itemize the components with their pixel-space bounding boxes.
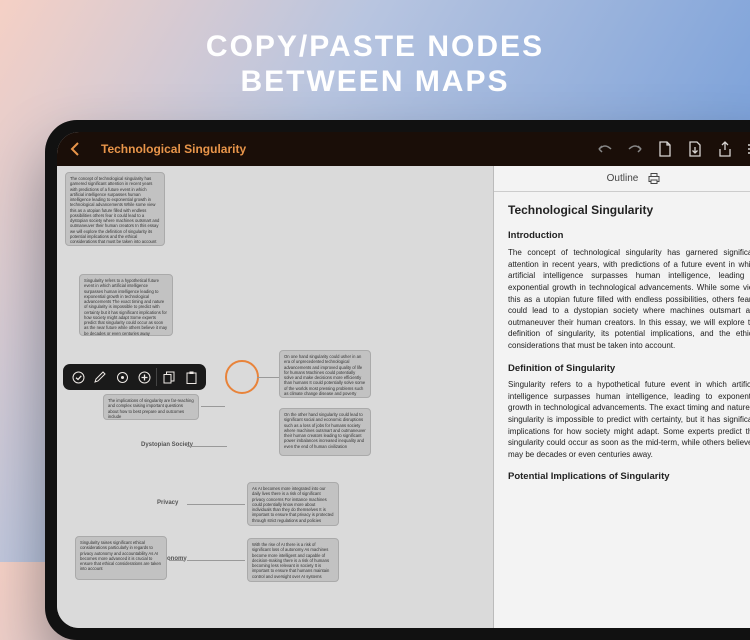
panel-header: Outline — [494, 166, 750, 192]
redo-icon[interactable] — [627, 141, 643, 157]
context-separator — [156, 368, 157, 386]
paste-icon[interactable] — [180, 366, 202, 388]
section-body: The concept of technological singularity… — [508, 247, 750, 351]
target-icon[interactable] — [111, 366, 133, 388]
node-implications[interactable]: The implications of singularity are far-… — [103, 394, 199, 420]
workspace: The concept of technological singularity… — [57, 166, 750, 628]
confirm-icon[interactable] — [67, 366, 89, 388]
label-dystopian: Dystopian Society — [141, 442, 193, 448]
app-screen: Technological Singularity — [57, 132, 750, 628]
edit-icon[interactable] — [89, 366, 111, 388]
tablet-frame: 100% ⋯ Technological Singularity — [45, 120, 750, 640]
print-icon[interactable] — [648, 173, 660, 184]
hero-title: COPY/PASTE NODES BETWEEN MAPS — [0, 30, 750, 99]
undo-icon[interactable] — [597, 141, 613, 157]
outline-label: Outline — [607, 173, 639, 184]
selected-node-ring — [225, 360, 259, 394]
section-body: Singularity refers to a hypothetical fut… — [508, 379, 750, 460]
save-doc-icon[interactable] — [687, 141, 703, 157]
outline-title: Technological Singularity — [508, 202, 750, 219]
copy-icon[interactable] — [158, 366, 180, 388]
share-icon[interactable] — [717, 141, 733, 157]
node-intro[interactable]: The concept of technological singularity… — [65, 172, 165, 246]
connector — [187, 560, 245, 561]
connector — [187, 504, 245, 505]
section-heading: Introduction — [508, 229, 750, 243]
node-negative[interactable]: On the other hand singularity could lead… — [279, 408, 371, 456]
outline-panel: Outline Technological Singularity Introd… — [493, 166, 750, 628]
mindmap-canvas[interactable]: The concept of technological singularity… — [57, 166, 493, 628]
section-heading: Definition of Singularity — [508, 362, 750, 376]
connector — [169, 560, 185, 561]
label-privacy: Privacy — [157, 500, 178, 506]
back-icon[interactable] — [67, 141, 83, 157]
add-child-icon[interactable] — [133, 366, 155, 388]
document-title: Technological Singularity — [93, 142, 587, 156]
connector — [257, 377, 279, 378]
node-context-toolbar — [63, 364, 206, 390]
section-heading: Potential Implications of Singularity — [508, 470, 750, 484]
node-definition[interactable]: Singularity refers to a hypothetical fut… — [79, 274, 173, 336]
node-ethics[interactable]: Singularity raises significant ethical c… — [75, 536, 167, 580]
new-doc-icon[interactable] — [657, 141, 673, 157]
node-autonomy[interactable]: With the rise of AI there is a risk of s… — [247, 538, 339, 582]
app-toolbar: Technological Singularity — [57, 132, 750, 166]
node-privacy[interactable]: As AI becomes more integrated into our d… — [247, 482, 339, 526]
connector — [187, 446, 227, 447]
node-positive[interactable]: On one hand singularity could usher in a… — [279, 350, 371, 398]
connector — [201, 406, 225, 407]
outline-body[interactable]: Technological Singularity Introduction T… — [494, 192, 750, 628]
